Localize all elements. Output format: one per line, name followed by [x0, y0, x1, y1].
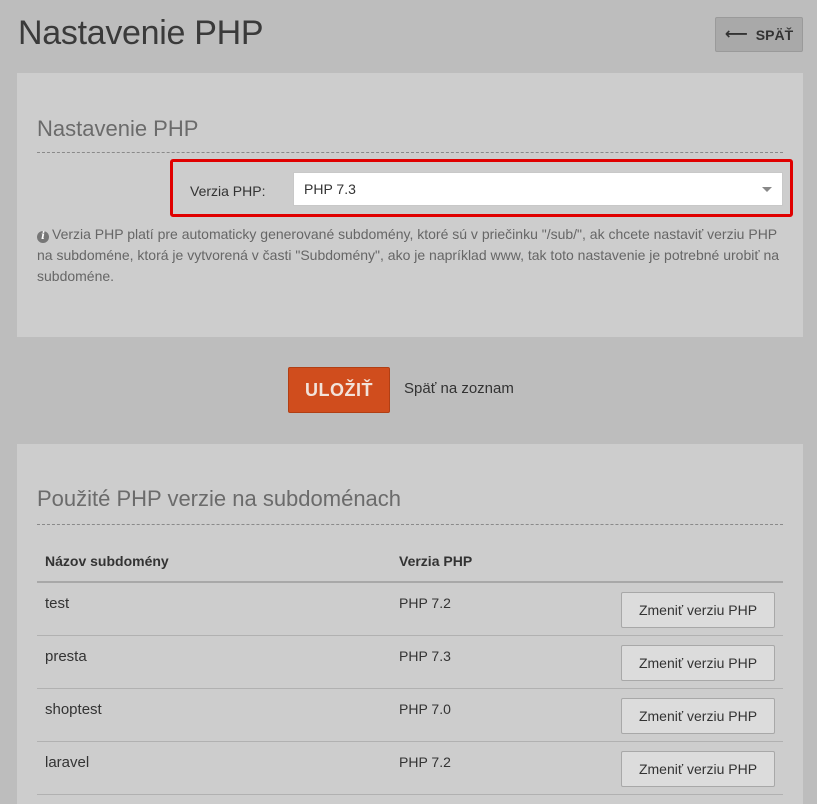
php-settings-panel: Nastavenie PHP Verzia PHP: PHP 7.3 i Verz…	[17, 73, 803, 337]
subdomains-table: Názov subdomény Verzia PHP test PHP 7.2 …	[37, 543, 783, 795]
subdomains-heading: Použité PHP verzie na subdoménach	[37, 486, 783, 525]
table-row: laravel PHP 7.2 Zmeniť verziu PHP	[37, 742, 783, 795]
table-header: Názov subdomény Verzia PHP	[37, 543, 783, 583]
subdomain-php-version: PHP 7.0	[399, 701, 451, 717]
change-php-version-button[interactable]: Zmeniť verziu PHP	[621, 592, 775, 628]
subdomain-name: presta	[45, 648, 87, 665]
table-row: test PHP 7.2 Zmeniť verziu PHP	[37, 583, 783, 636]
subdomains-panel: Použité PHP verzie na subdoménach Názov …	[17, 444, 803, 804]
subdomain-php-version: PHP 7.2	[399, 754, 451, 770]
table-row: shoptest PHP 7.0 Zmeniť verziu PHP	[37, 689, 783, 742]
help-text-content: Verzia PHP platí pre automaticky generov…	[37, 226, 780, 284]
chevron-down-icon	[762, 187, 772, 192]
change-php-version-button[interactable]: Zmeniť verziu PHP	[621, 751, 775, 787]
settings-heading: Nastavenie PHP	[37, 116, 783, 153]
info-icon: i	[37, 231, 49, 243]
subdomain-name: laravel	[45, 754, 90, 771]
page-title: Nastavenie PHP	[18, 14, 264, 52]
subdomain-php-version: PHP 7.2	[399, 595, 451, 611]
php-version-value: PHP 7.3	[304, 181, 356, 197]
php-version-label: Verzia PHP:	[190, 183, 266, 199]
save-button[interactable]: ULOŽIŤ	[288, 367, 390, 413]
table-row: presta PHP 7.3 Zmeniť verziu PHP	[37, 636, 783, 689]
help-text: i Verzia PHP platí pre automaticky genero…	[37, 224, 787, 287]
change-php-version-button[interactable]: Zmeniť verziu PHP	[621, 645, 775, 681]
back-to-list-link[interactable]: Späť na zoznam	[404, 380, 514, 397]
back-button[interactable]: ⟵ SPÄŤ	[715, 17, 803, 52]
change-php-version-button[interactable]: Zmeniť verziu PHP	[621, 698, 775, 734]
column-header-name: Názov subdomény	[45, 553, 169, 569]
arrow-left-icon: ⟵	[724, 25, 748, 43]
php-version-select[interactable]: PHP 7.3	[293, 172, 783, 206]
back-button-label: SPÄŤ	[755, 26, 794, 43]
column-header-version: Verzia PHP	[399, 553, 473, 569]
subdomain-php-version: PHP 7.3	[399, 648, 451, 664]
subdomain-name: test	[45, 595, 70, 612]
subdomain-name: shoptest	[45, 701, 102, 718]
php-version-highlight: Verzia PHP: PHP 7.3	[170, 159, 793, 217]
